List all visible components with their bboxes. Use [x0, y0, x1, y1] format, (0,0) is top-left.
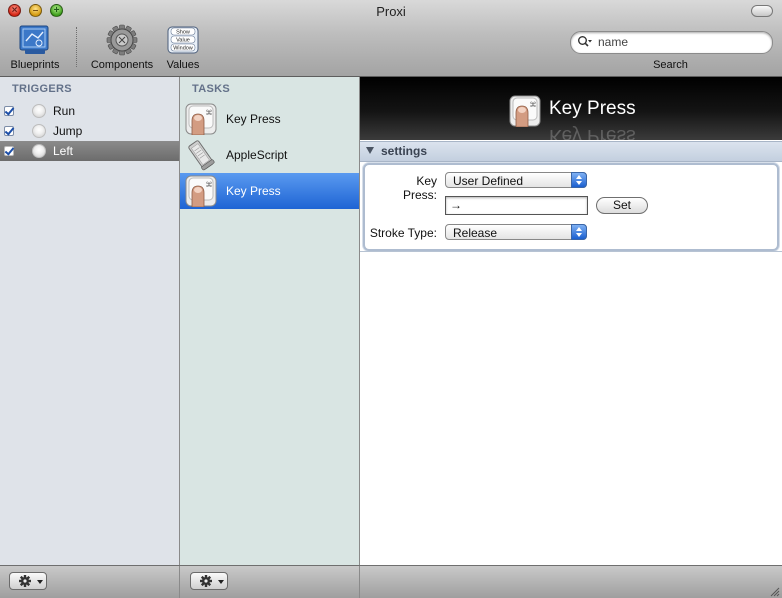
detail-header: ⌘ Key Press Key Press [360, 77, 782, 140]
proxi-window: × – + Proxi Blueprints Components Show V… [0, 0, 782, 598]
key-capture-field[interactable]: → [445, 196, 588, 215]
window-title: Proxi [376, 4, 406, 19]
toolbar-toggle-button[interactable] [751, 5, 773, 17]
bottom-bar [0, 565, 782, 598]
search-field[interactable] [570, 31, 773, 54]
detail-separator [360, 251, 782, 252]
gear-icon [200, 575, 212, 587]
stroke-type-popup[interactable]: Release [445, 224, 587, 240]
task-row-key-press-selected[interactable]: ⌘ Key Press [180, 173, 359, 209]
bottom-divider [359, 566, 360, 598]
popup-arrows-icon [571, 172, 587, 188]
trigger-checkbox-left[interactable] [4, 146, 14, 156]
settings-label: settings [381, 144, 428, 158]
tasks-action-button[interactable] [190, 572, 228, 590]
values-icon-text-window: Window [173, 46, 193, 52]
stroke-type-label: Stroke Type: [369, 226, 437, 240]
key-press-popup[interactable]: User Defined [445, 172, 587, 188]
stroke-type-popup-value: Release [453, 226, 498, 240]
svg-text:⌘: ⌘ [206, 181, 213, 189]
search-input[interactable] [598, 34, 763, 50]
toolbar-values-button[interactable]: Show Value Window Values [167, 24, 199, 71]
key-press-icon: ⌘ [509, 95, 541, 127]
settings-panel: Key Press: User Defined → Set Stroke Typ… [363, 163, 779, 251]
trigger-row-run[interactable]: Run [0, 101, 179, 121]
trigger-row-jump[interactable]: Jump [0, 121, 179, 141]
task-row-applescript[interactable]: AppleScript [180, 137, 359, 173]
set-button[interactable]: Set [596, 197, 648, 214]
triggers-heading: TRIGGERS [12, 83, 72, 95]
values-icon-text-show: Show [176, 30, 190, 36]
chevron-down-icon [37, 580, 43, 584]
trigger-label: Run [53, 104, 76, 118]
key-capture-value: → [450, 198, 462, 212]
key-press-popup-value: User Defined [453, 174, 524, 188]
trigger-label: Left [53, 144, 74, 158]
gear-cog-icon [106, 24, 138, 56]
detail-title-reflection: Key Press [549, 125, 636, 140]
blueprints-icon [19, 25, 49, 54]
resize-grip-icon[interactable] [768, 585, 780, 597]
toolbar-values-label: Values [166, 59, 200, 71]
values-icon-text-value: Value [176, 38, 190, 44]
gear-icon [19, 575, 31, 587]
search-icon[interactable] [577, 35, 593, 49]
toolbar-blueprints-button[interactable]: Blueprints [11, 24, 59, 71]
triggers-pane: TRIGGERS Run Jump Left [0, 77, 180, 565]
disclosure-triangle-icon[interactable] [366, 147, 374, 154]
task-label: Key Press [226, 184, 281, 198]
trigger-row-left[interactable]: Left [0, 141, 179, 161]
popup-arrows-icon [571, 224, 587, 240]
toolbar-blueprints-label: Blueprints [10, 59, 60, 71]
key-press-icon: ⌘ [185, 175, 217, 207]
toolbar-separator [76, 27, 77, 67]
svg-text:⌘: ⌘ [206, 109, 213, 117]
chevron-down-icon [218, 580, 224, 584]
key-press-icon: ⌘ [185, 103, 217, 135]
svg-text:⌘: ⌘ [530, 101, 537, 109]
search-label: Search [653, 59, 688, 71]
trigger-key-icon [32, 104, 46, 118]
tasks-pane: TASKS ⌘ Key Press AppleScript ⌘ Key Pres… [180, 77, 360, 565]
show-value-window-icon: Show Value Window [167, 26, 199, 54]
task-row-key-press[interactable]: ⌘ Key Press [180, 101, 359, 137]
toolbar-components-button[interactable]: Components [91, 24, 153, 71]
tasks-heading: TASKS [192, 83, 230, 95]
trigger-checkbox-run[interactable] [4, 106, 14, 116]
title-toolbar: × – + Proxi Blueprints Components Show V… [0, 0, 782, 77]
bottom-divider [179, 566, 180, 598]
trigger-key-icon [32, 124, 46, 138]
trigger-key-icon [32, 144, 46, 158]
trigger-label: Jump [53, 124, 83, 138]
settings-disclosure[interactable]: settings [360, 141, 782, 162]
detail-title: Key Press [549, 98, 636, 119]
trigger-checkbox-jump[interactable] [4, 126, 14, 136]
triggers-action-button[interactable] [9, 572, 47, 590]
key-press-label: Key Press: [402, 174, 437, 202]
task-label: AppleScript [226, 148, 288, 162]
detail-pane: ⌘ Key Press Key Press settings Key Press… [360, 77, 782, 565]
task-label: Key Press [226, 112, 281, 126]
applescript-icon [188, 140, 215, 171]
